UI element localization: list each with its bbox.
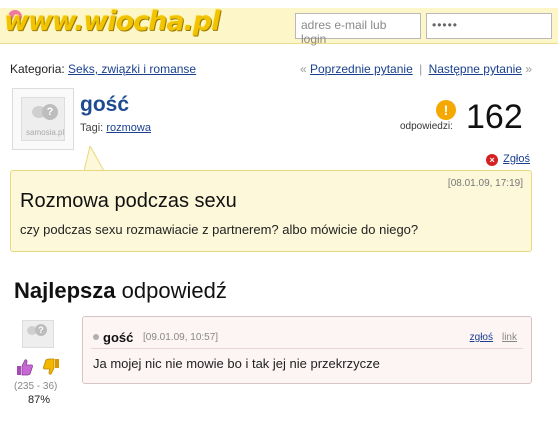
- avatar-placeholder: ?: [22, 320, 54, 348]
- answer-author-avatar[interactable]: ?: [22, 320, 56, 354]
- status-dot-icon: [93, 334, 99, 340]
- avatar-caption: samosia.pl: [26, 128, 65, 137]
- question-box: [08.01.09, 17:19] Rozmowa podczas sexu c…: [10, 170, 532, 252]
- avatar-placeholder: ? samosia.pl: [21, 97, 65, 141]
- watermark-text: www.wiocha.pl: [4, 6, 220, 37]
- tags-label: Tagi:: [80, 122, 104, 134]
- password-field[interactable]: •••••: [426, 13, 552, 39]
- breadcrumb-label: Kategoria:: [10, 62, 65, 76]
- breadcrumb: Kategoria: Seks, związki i romanse: [10, 62, 196, 76]
- prev-question-link[interactable]: Poprzednie pytanie: [310, 62, 413, 76]
- best-heading-rest: odpowiedź: [121, 278, 227, 303]
- answer-author[interactable]: gość: [93, 330, 133, 345]
- question-tags: Tagi: rozmowa: [80, 122, 151, 134]
- vote-counts: (235 - 36): [14, 381, 58, 392]
- best-answer-heading: Najlepsza odpowiedź: [14, 278, 227, 304]
- answers-label: odpowiedzi:: [400, 121, 453, 132]
- question-body: czy podczas sexu rozmawiacie z partnerem…: [20, 222, 419, 237]
- category-link[interactable]: Seks, związki i romanse: [68, 62, 196, 76]
- thumbs-down-icon[interactable]: [42, 358, 60, 376]
- question-mark-icon: ?: [42, 104, 58, 120]
- answer-divider: [91, 348, 523, 349]
- top-bar: www.wiocha.pl adres e-mail lub login •••…: [0, 0, 558, 46]
- answer-body: Ja mojej nic nie mowie bo i tak jej nie …: [93, 356, 380, 371]
- answer-permalink[interactable]: link: [502, 332, 517, 343]
- question-mark-icon: ?: [35, 324, 47, 336]
- best-answer-box: gość [09.01.09, 10:57] zgłoś link Ja moj…: [82, 316, 532, 384]
- question-date: [08.01.09, 17:19]: [447, 178, 523, 189]
- answers-count: 162: [466, 98, 523, 136]
- nav-separator: |: [419, 62, 423, 76]
- report-label: Zgłoś: [503, 153, 530, 165]
- question-author[interactable]: gość: [80, 93, 129, 117]
- prev-arrow-icon: «: [299, 62, 307, 76]
- thumbs-up-icon[interactable]: [16, 358, 34, 376]
- question-title: Rozmowa podczas sexu: [20, 190, 237, 212]
- answer-date: [09.01.09, 10:57]: [143, 332, 219, 343]
- tag-link[interactable]: rozmowa: [106, 122, 151, 134]
- best-heading-bold: Najlepsza: [14, 278, 116, 303]
- question-navigation: « Poprzednie pytanie | Następne pytanie …: [300, 62, 532, 76]
- report-question-button[interactable]: × Zgłoś: [486, 153, 530, 166]
- next-question-link[interactable]: Następne pytanie: [429, 62, 522, 76]
- email-login-field[interactable]: adres e-mail lub login: [295, 13, 421, 46]
- vote-percent: 87%: [28, 394, 51, 406]
- close-circle-icon: ×: [486, 154, 499, 166]
- report-answer-link[interactable]: zgłoś: [470, 332, 493, 343]
- question-bubble-icon: !: [436, 100, 456, 120]
- next-arrow-icon: »: [525, 62, 532, 76]
- question-author-avatar[interactable]: ? samosia.pl: [12, 88, 74, 150]
- answer-author-name: gość: [103, 330, 134, 345]
